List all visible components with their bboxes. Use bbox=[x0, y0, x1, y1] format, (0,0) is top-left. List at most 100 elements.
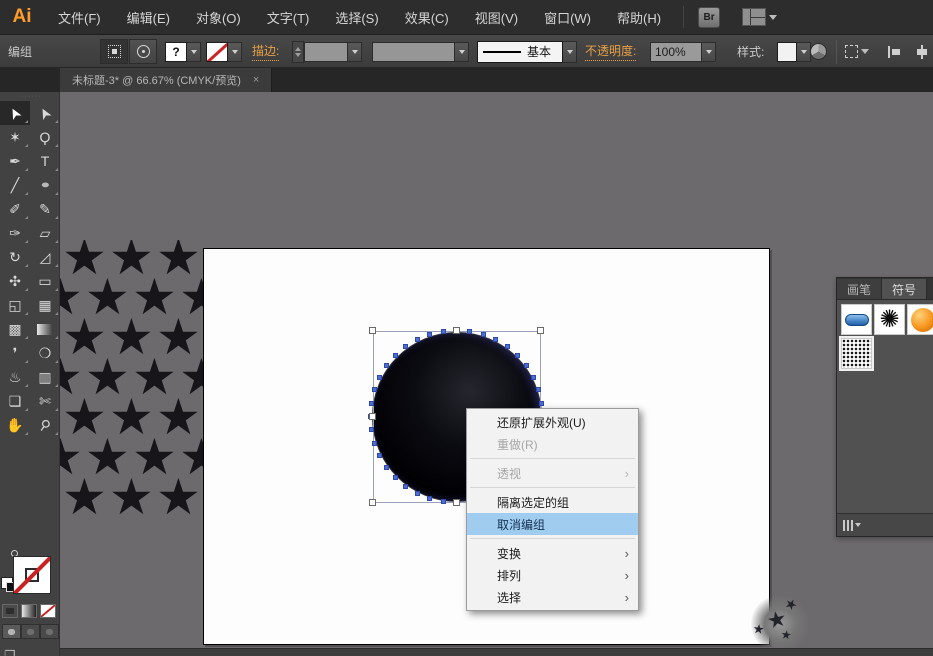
blob-brush-tool[interactable]: ✑ bbox=[0, 221, 30, 245]
eraser-tool[interactable]: ▱ bbox=[30, 221, 60, 245]
anchor-point[interactable] bbox=[427, 332, 432, 337]
anchor-point[interactable] bbox=[384, 465, 389, 470]
symbol-libraries-menu-icon[interactable] bbox=[843, 520, 853, 531]
anchor-point[interactable] bbox=[427, 496, 432, 501]
anchor-point[interactable] bbox=[372, 441, 377, 446]
paintbrush-tool[interactable]: ✐ bbox=[0, 197, 30, 221]
button-symbol[interactable] bbox=[841, 304, 872, 335]
mesh-tool[interactable]: ▩ bbox=[0, 317, 30, 341]
anchor-point[interactable] bbox=[415, 491, 420, 496]
selection-handle[interactable] bbox=[369, 499, 376, 506]
menu-item-6[interactable]: 效果(C) bbox=[405, 8, 449, 27]
menu-item-1[interactable]: 文件(F) bbox=[58, 8, 101, 27]
width-tool[interactable]: ✣ bbox=[0, 269, 30, 293]
color-button[interactable] bbox=[2, 604, 18, 618]
selection-handle[interactable] bbox=[369, 327, 376, 334]
column-graph-tool[interactable]: ▥ bbox=[30, 365, 60, 389]
anchor-point[interactable] bbox=[403, 484, 408, 489]
selection-handle[interactable] bbox=[453, 499, 460, 506]
edit-contents-button[interactable] bbox=[129, 39, 157, 64]
selection-handle[interactable] bbox=[369, 413, 376, 420]
anchor-point[interactable] bbox=[377, 375, 382, 380]
symbol-sprayer-tool[interactable]: ♨ bbox=[0, 365, 30, 389]
document-tab[interactable]: 未标题-3* @ 66.67% (CMYK/预览) × bbox=[60, 68, 272, 92]
anchor-point[interactable] bbox=[536, 387, 541, 392]
brush-definition-dropdown[interactable] bbox=[563, 41, 577, 63]
anchor-point[interactable] bbox=[372, 387, 377, 392]
scale-tool[interactable]: ◿ bbox=[30, 245, 60, 269]
opacity-dropdown[interactable] bbox=[702, 42, 716, 62]
draw-inside-button[interactable] bbox=[40, 624, 59, 639]
opacity-field[interactable]: 100% bbox=[650, 42, 702, 62]
zoom-tool[interactable]: ⚲ bbox=[30, 413, 60, 437]
anchor-point[interactable] bbox=[524, 363, 529, 368]
context-menu-item-11[interactable]: 选择› bbox=[467, 586, 638, 608]
anchor-point[interactable] bbox=[403, 344, 408, 349]
anchor-point[interactable] bbox=[531, 375, 536, 380]
align-to-selection-icon[interactable] bbox=[845, 45, 858, 58]
anchor-point[interactable] bbox=[369, 427, 374, 432]
stroke-weight-field[interactable] bbox=[304, 42, 348, 62]
menu-item-4[interactable]: 文字(T) bbox=[267, 8, 310, 27]
context-menu-item-7[interactable]: 取消编组 bbox=[467, 513, 638, 535]
fill-color-swatch[interactable]: ? bbox=[165, 42, 187, 62]
rotate-tool[interactable]: ↻ bbox=[0, 245, 30, 269]
gradient-button[interactable] bbox=[21, 604, 37, 618]
opacity-panel-link[interactable]: 不透明度: bbox=[585, 42, 636, 61]
anchor-point[interactable] bbox=[393, 353, 398, 358]
bridge-button[interactable]: Br bbox=[698, 7, 720, 28]
menu-item-7[interactable]: 视图(V) bbox=[475, 8, 518, 27]
anchor-point[interactable] bbox=[377, 453, 382, 458]
anchor-point[interactable] bbox=[384, 363, 389, 368]
tab-brushes[interactable]: 画笔 bbox=[837, 279, 882, 299]
anchor-point[interactable] bbox=[493, 337, 498, 342]
pencil-tool[interactable]: ✎ bbox=[30, 197, 60, 221]
blend-tool[interactable]: ❍ bbox=[30, 341, 60, 365]
align-center-icon[interactable] bbox=[915, 45, 929, 59]
stroke-color-dropdown[interactable] bbox=[228, 42, 242, 62]
hand-tool[interactable]: ✋ bbox=[0, 413, 30, 437]
chevron-down-icon[interactable] bbox=[861, 49, 869, 54]
none-button[interactable] bbox=[40, 604, 56, 618]
ink-splat-symbol[interactable]: ✺ bbox=[874, 304, 905, 335]
default-fill-stroke-icon[interactable] bbox=[1, 577, 13, 589]
brush-definition-box[interactable]: 基本 bbox=[477, 41, 563, 63]
direct-selection-tool[interactable]: ➤ bbox=[30, 101, 60, 125]
tab-symbols[interactable]: 符号 bbox=[882, 279, 927, 299]
type-tool[interactable]: T bbox=[30, 149, 60, 173]
pasteboard[interactable]: ★★★★★★★★★★★★★★★★★★★★★★★★★★★★★★★★★★★ ★★★★… bbox=[60, 92, 933, 656]
stroke-weight-stepper[interactable] bbox=[292, 41, 304, 63]
lasso-tool[interactable]: Ϙ bbox=[30, 125, 60, 149]
anchor-point[interactable] bbox=[441, 329, 446, 334]
halftone-pattern-symbol[interactable] bbox=[841, 338, 872, 369]
graphic-style-swatch[interactable] bbox=[777, 42, 797, 62]
recolor-artwork-icon[interactable] bbox=[810, 43, 827, 60]
context-menu-item-10[interactable]: 排列› bbox=[467, 564, 638, 586]
selection-tool[interactable]: ➤ bbox=[0, 101, 30, 125]
screen-mode-button[interactable]: ❐ bbox=[4, 648, 16, 656]
stroke-color-swatch[interactable] bbox=[206, 42, 228, 62]
shape-builder-tool[interactable]: ◱ bbox=[0, 293, 30, 317]
stroke-swatch-none[interactable] bbox=[13, 556, 51, 594]
magic-wand-tool[interactable]: ✶ bbox=[0, 125, 30, 149]
align-left-icon[interactable] bbox=[888, 46, 902, 58]
stroke-panel-link[interactable]: 描边: bbox=[252, 42, 279, 61]
anchor-point[interactable] bbox=[539, 401, 544, 406]
selection-handle[interactable] bbox=[453, 327, 460, 334]
line-segment-tool[interactable]: ╱ bbox=[0, 173, 30, 197]
draw-normal-button[interactable] bbox=[2, 624, 21, 639]
close-tab-icon[interactable]: × bbox=[253, 74, 259, 86]
artboard-tool[interactable]: ❏ bbox=[0, 389, 30, 413]
context-menu-item-6[interactable]: 隔离选定的组 bbox=[467, 491, 638, 513]
variable-width-profile-dropdown[interactable] bbox=[455, 42, 469, 62]
selection-handle[interactable] bbox=[537, 327, 544, 334]
graphic-style-dropdown[interactable] bbox=[797, 42, 811, 62]
variable-width-profile-field[interactable] bbox=[372, 42, 455, 62]
perspective-grid-tool[interactable]: ▦ bbox=[30, 293, 60, 317]
pen-tool[interactable]: ✒ bbox=[0, 149, 30, 173]
isolate-selected-object-button[interactable] bbox=[100, 39, 128, 64]
horizontal-scrollbar-area[interactable] bbox=[60, 648, 933, 656]
anchor-point[interactable] bbox=[481, 332, 486, 337]
anchor-point[interactable] bbox=[505, 344, 510, 349]
anchor-point[interactable] bbox=[441, 499, 446, 504]
